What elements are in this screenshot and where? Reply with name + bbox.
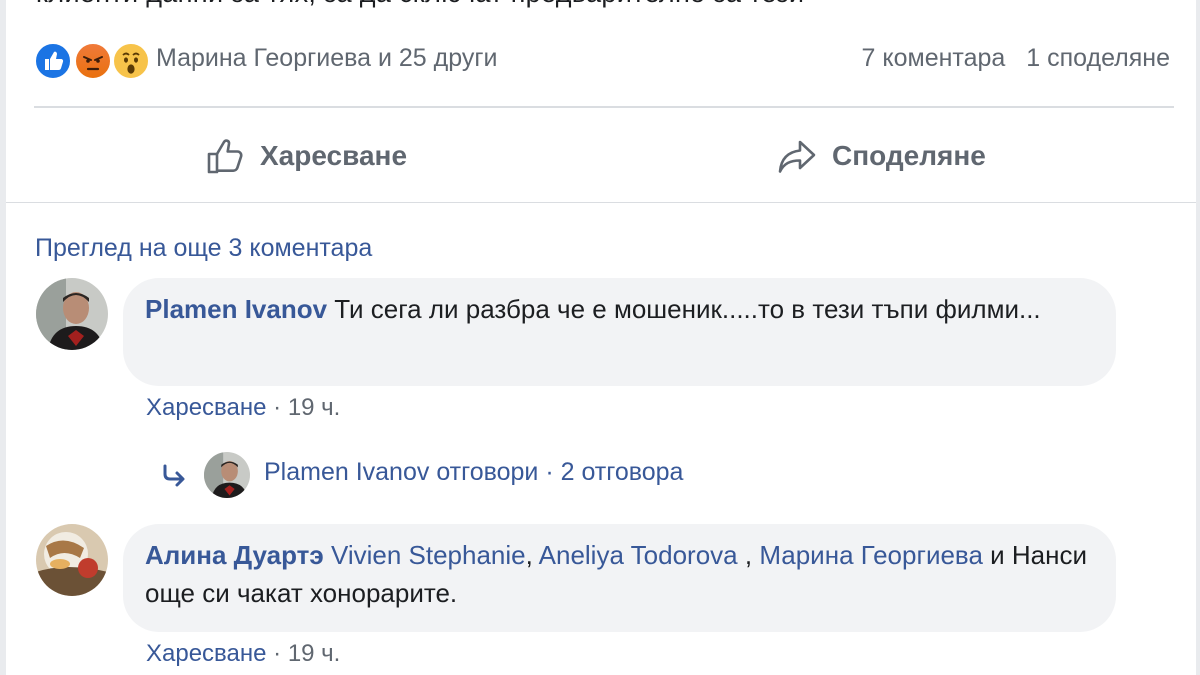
post-counts: 7 коментара 1 споделяне <box>862 44 1170 73</box>
reactions-summary-bar: Марина Георгиева и 25 други 7 коментара … <box>34 40 1174 80</box>
share-arrow-icon <box>778 140 816 173</box>
reply-separator: · <box>538 458 561 486</box>
comment-text: Ти сега ли разбра че е мошеник.....то в … <box>327 294 1041 324</box>
reply-author: Plamen Ivanov <box>264 458 430 486</box>
comment-actions: Харесване · 19 ч. <box>146 394 340 422</box>
mention-link[interactable]: Aneliya Todorova <box>539 540 738 570</box>
like-reaction-icon <box>34 42 72 80</box>
comment-like-link[interactable]: Харесване <box>146 394 266 421</box>
thumbs-up-icon <box>207 139 243 174</box>
reply-avatar <box>204 452 250 498</box>
comment-timestamp[interactable]: 19 ч. <box>288 394 341 421</box>
comment-author[interactable]: Алина Дуартэ <box>145 540 324 570</box>
replies-row[interactable]: Plamen Ivanov отговори · 2 отговора <box>160 450 860 500</box>
replies-count: 2 отговора <box>560 458 684 486</box>
mention-link[interactable]: Vivien Stephanie <box>331 540 526 570</box>
page-frame-right <box>1196 0 1200 675</box>
avatar[interactable] <box>36 278 108 350</box>
divider <box>34 106 1174 108</box>
divider <box>6 202 1196 203</box>
view-more-comments-link[interactable]: Преглед на още 3 коментара <box>35 234 372 263</box>
comment-like-link[interactable]: Харесване <box>146 640 266 667</box>
shares-count-link[interactable]: 1 споделяне <box>1026 44 1170 72</box>
reactors-summary[interactable]: Марина Георгиева и 25 други <box>156 44 497 73</box>
view-replies-link[interactable]: Plamen Ivanov отговори · 2 отговора <box>264 458 683 487</box>
share-button[interactable]: Споделяне <box>776 128 986 184</box>
comment-bubble: Plamen Ivanov Ти сега ли разбра че е мош… <box>123 278 1116 386</box>
mention-separator: , <box>737 540 760 570</box>
share-button-label: Споделяне <box>832 140 986 171</box>
post-text: клиенти данни за тях, за да сключат пред… <box>36 0 804 9</box>
comment-actions: Харесване · 19 ч. <box>146 640 340 668</box>
comment-timestamp[interactable]: 19 ч. <box>288 640 341 667</box>
mention-separator: , <box>525 540 539 570</box>
comment-bubble: Алина Дуартэ Vivien Stephanie, Aneliya T… <box>123 524 1116 632</box>
comments-count-link[interactable]: 7 коментара <box>862 44 1006 72</box>
angry-reaction-icon <box>74 42 112 80</box>
reply-arrow-icon <box>163 464 185 487</box>
meta-separator: · <box>266 640 288 667</box>
wow-reaction-icon <box>112 42 150 80</box>
avatar[interactable] <box>36 524 108 596</box>
meta-separator: · <box>266 394 288 421</box>
like-button[interactable]: Харесване <box>204 128 407 184</box>
reaction-icons[interactable] <box>34 42 154 80</box>
like-button-label: Харесване <box>260 140 408 171</box>
mention-link[interactable]: Марина Георгиева <box>759 540 983 570</box>
reply-action: отговори <box>429 458 539 486</box>
comment-author[interactable]: Plamen Ivanov <box>145 294 327 324</box>
